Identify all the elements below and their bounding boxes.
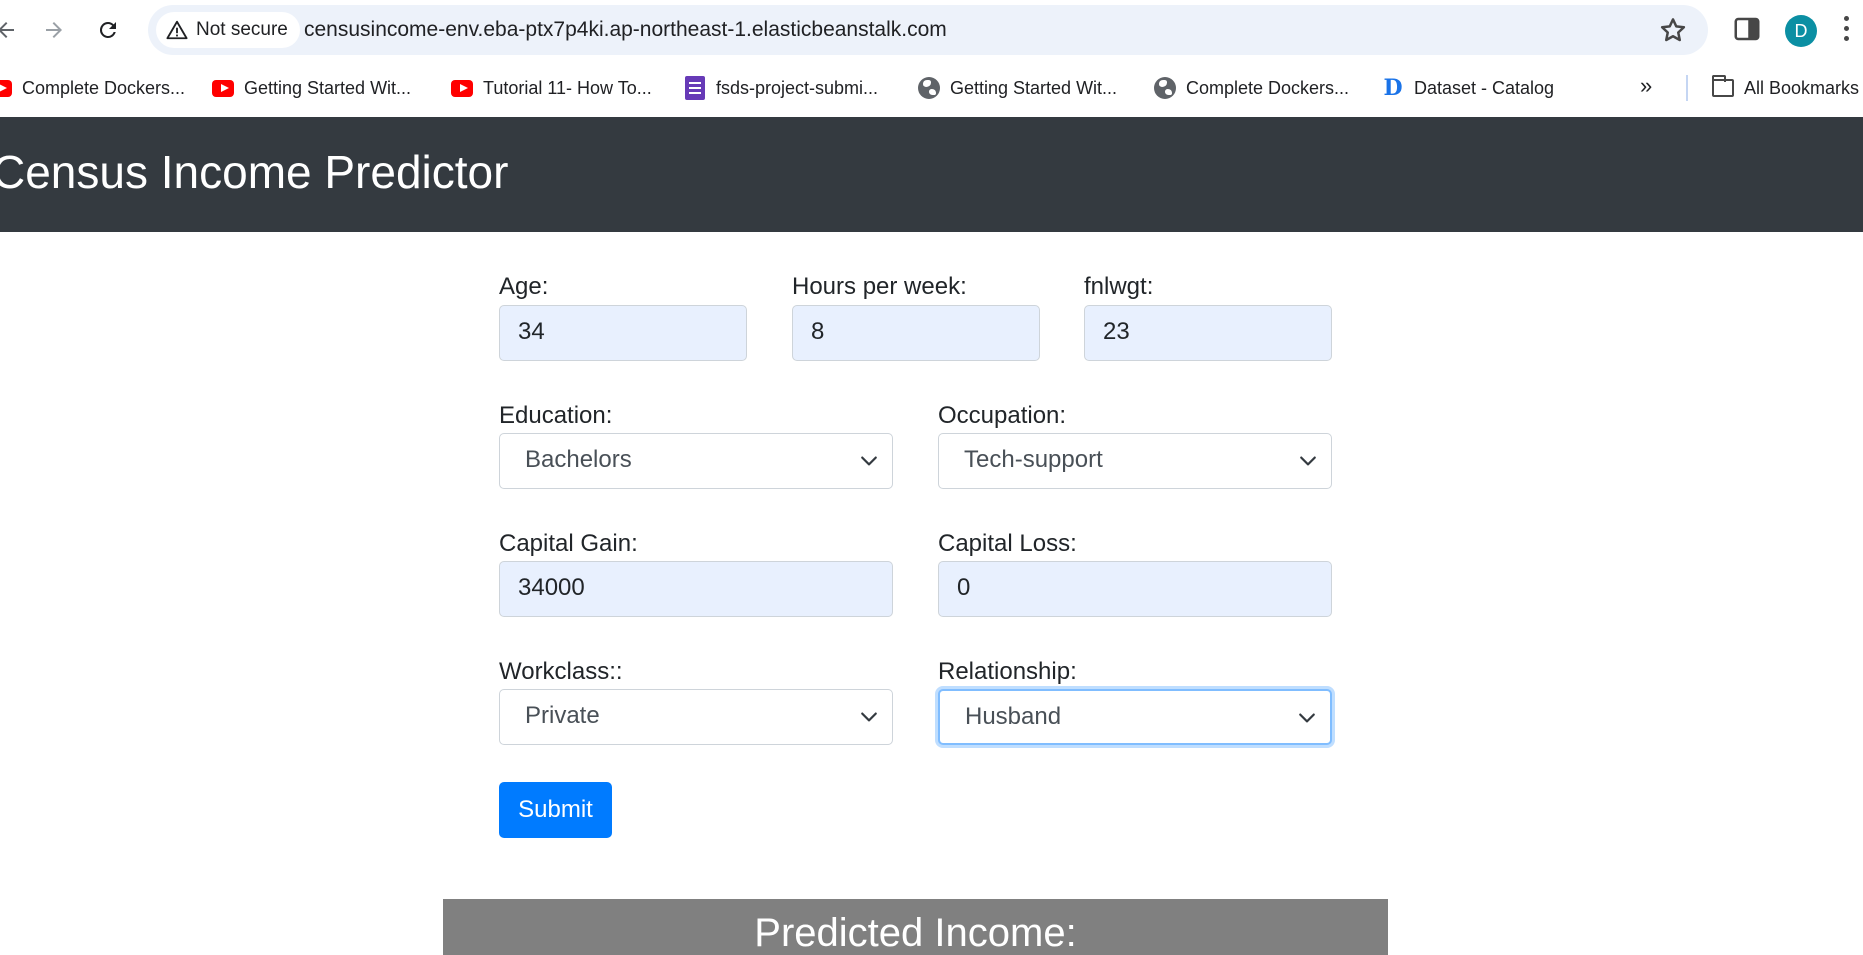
bookmark-label: Getting Started Wit... (244, 77, 412, 98)
security-chip[interactable]: Not secure (156, 12, 300, 48)
capital-gain-input[interactable]: 34000 (499, 561, 893, 617)
chevron-down-icon (1299, 713, 1315, 723)
education-select[interactable]: Bachelors (499, 433, 893, 489)
youtube-icon (451, 77, 473, 99)
occupation-value: Tech-support (964, 446, 1103, 473)
age-input[interactable]: 34 (499, 305, 747, 361)
workclass-select[interactable]: Private (499, 689, 893, 745)
bookmark-item[interactable]: fsds-project-submi... (684, 73, 878, 103)
bookmark-item[interactable]: Complete Dockers... (1154, 73, 1349, 103)
address-bar[interactable]: Not secure censusincome-env.eba-ptx7p4ki… (148, 5, 1708, 55)
hours-per-week-label: Hours per week: (792, 273, 967, 300)
all-bookmarks-label: All Bookmarks (1744, 77, 1860, 98)
side-panel-icon[interactable] (1732, 14, 1762, 44)
chevron-down-icon (861, 456, 877, 466)
submit-button[interactable]: Submit (499, 782, 612, 838)
capital-loss-label: Capital Loss: (938, 530, 1077, 557)
chevron-down-icon (861, 712, 877, 722)
page-content: Census Income Predictor Age: 34 Hours pe… (0, 117, 1863, 955)
dataset-icon: D (1383, 75, 1403, 101)
prediction-panel: Predicted Income: (443, 899, 1388, 955)
bookmarks-bar: Complete Dockers... Getting Started Wit.… (0, 59, 1863, 117)
bookmark-item[interactable]: Complete Dockers... (0, 73, 185, 103)
browser-toolbar: Not secure censusincome-env.eba-ptx7p4ki… (0, 0, 1863, 59)
chevron-down-icon (1300, 456, 1316, 466)
relationship-value: Husband (965, 703, 1062, 730)
bookmark-label: Complete Dockers... (22, 77, 186, 98)
occupation-select[interactable]: Tech-support (938, 433, 1332, 489)
capital-loss-input[interactable]: 0 (938, 561, 1332, 617)
forward-button[interactable] (36, 12, 72, 48)
bookmark-item[interactable]: Getting Started Wit... (212, 73, 411, 103)
warning-icon (166, 20, 188, 40)
reload-button[interactable] (90, 12, 126, 48)
menu-dots-icon[interactable] (1844, 16, 1852, 44)
folder-icon (1712, 75, 1734, 99)
url-text[interactable]: censusincome-env.eba-ptx7p4ki.ap-northea… (304, 18, 947, 42)
capital-gain-label: Capital Gain: (499, 530, 638, 557)
bookmark-label: fsds-project-submi... (716, 77, 879, 98)
relationship-select[interactable]: Husband (938, 689, 1332, 745)
bookmarks-divider (1686, 75, 1688, 101)
fnlwgt-label: fnlwgt: (1084, 273, 1154, 300)
education-label: Education: (499, 402, 613, 429)
reload-icon (99, 21, 116, 38)
back-button[interactable] (0, 12, 24, 48)
bookmark-item[interactable]: Getting Started Wit... (918, 73, 1117, 103)
bookmark-label: Complete Dockers... (1186, 77, 1350, 98)
google-forms-icon (684, 76, 706, 100)
occupation-label: Occupation: (938, 402, 1067, 429)
profile-avatar[interactable]: D (1785, 15, 1817, 47)
page-title: Census Income Predictor (0, 146, 509, 198)
arrow-right-icon (46, 22, 62, 38)
bookmark-label: Getting Started Wit... (950, 77, 1118, 98)
hours-per-week-input[interactable]: 8 (792, 305, 1040, 361)
bookmark-star-icon[interactable] (1658, 15, 1688, 45)
all-bookmarks-button[interactable]: All Bookmarks (1712, 73, 1859, 103)
bookmark-label: Tutorial 11- How To... (483, 77, 652, 98)
globe-icon (918, 77, 940, 99)
education-value: Bachelors (525, 446, 632, 473)
workclass-label: Workclass:: (499, 658, 623, 685)
relationship-label: Relationship: (938, 658, 1077, 685)
more-bookmarks-button[interactable]: » (1640, 73, 1652, 99)
site-header: Census Income Predictor (0, 117, 1863, 232)
bookmark-item[interactable]: Tutorial 11- How To... (451, 73, 652, 103)
bookmark-item[interactable]: D Dataset - Catalog (1382, 73, 1554, 103)
youtube-icon (212, 77, 234, 99)
bookmark-label: Dataset - Catalog (1414, 77, 1555, 98)
security-label: Not secure (196, 19, 288, 40)
prediction-title: Predicted Income: (754, 911, 1077, 955)
age-label: Age: (499, 273, 549, 300)
globe-icon (1154, 77, 1176, 99)
fnlwgt-input[interactable]: 23 (1084, 305, 1332, 361)
youtube-icon (0, 77, 12, 99)
arrow-left-icon (0, 22, 14, 38)
workclass-value: Private (525, 702, 600, 729)
